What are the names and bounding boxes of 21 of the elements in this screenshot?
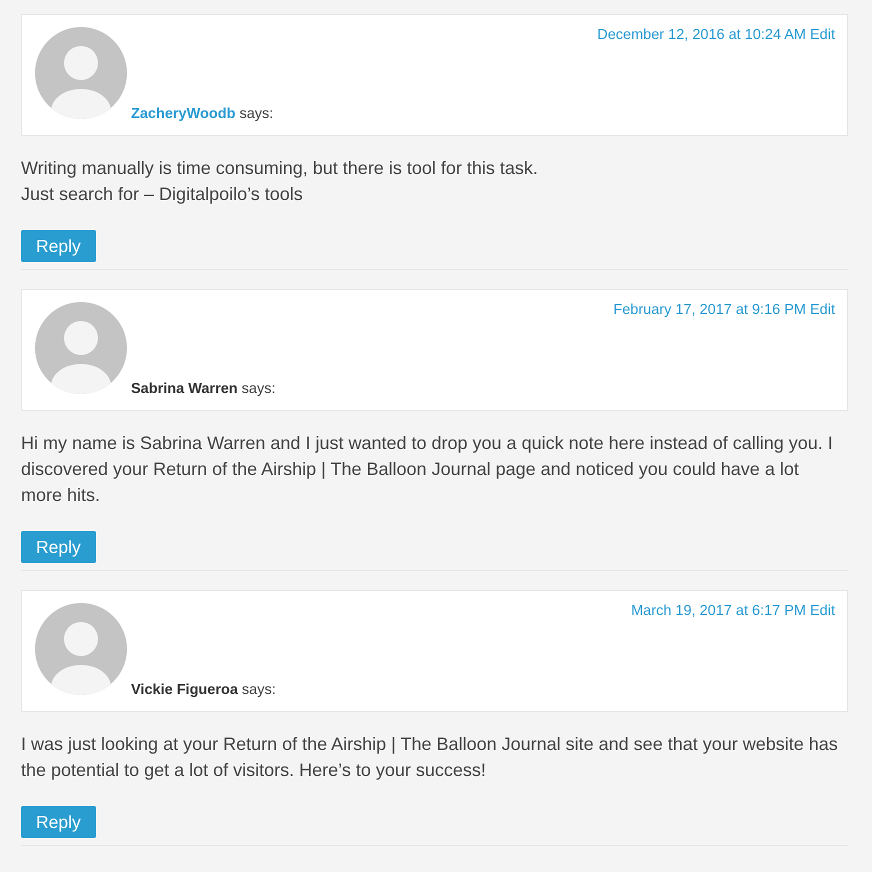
says-label: says:: [242, 381, 276, 397]
reply-button[interactable]: Reply: [21, 531, 96, 563]
avatar-icon: [35, 27, 127, 119]
edit-link[interactable]: Edit: [810, 27, 835, 43]
avatar-icon: [35, 302, 127, 394]
reply-button[interactable]: Reply: [21, 230, 96, 262]
says-label: says:: [239, 106, 274, 122]
author-link[interactable]: ZacheryWoodb: [131, 106, 236, 122]
comment-date-link[interactable]: March 19, 2017 at 6:17 PM: [631, 603, 806, 619]
avatar-icon: [35, 603, 127, 695]
says-label: says:: [242, 682, 276, 698]
comment-text: Writing manually is time consuming, but there is tool for this task. Just search for – Digitalpoilo’s tools: [21, 157, 539, 206]
comment-text: I was just looking at your Return of the Airship | The Balloon Journal site and see that your website has the potential to get a lot of visitors. Here’s to your success!: [21, 733, 839, 782]
comment-date-link[interactable]: February 17, 2017 at 9:16 PM: [613, 302, 806, 318]
author-name: Sabrina Warren: [131, 381, 238, 397]
comment-date-link[interactable]: December 12, 2016 at 10:24 AM: [597, 27, 806, 43]
edit-link[interactable]: Edit: [810, 302, 835, 318]
edit-link[interactable]: Edit: [810, 603, 835, 619]
comment-text: Hi my name is Sabrina Warren and I just wanted to drop you a quick note here instead of calling you. I discovered your Return of the Airship | The Balloon Journal page and noticed you could have a lot more hits.: [21, 432, 834, 507]
author-name: Vickie Figueroa: [131, 682, 238, 698]
reply-button[interactable]: Reply: [21, 806, 96, 838]
